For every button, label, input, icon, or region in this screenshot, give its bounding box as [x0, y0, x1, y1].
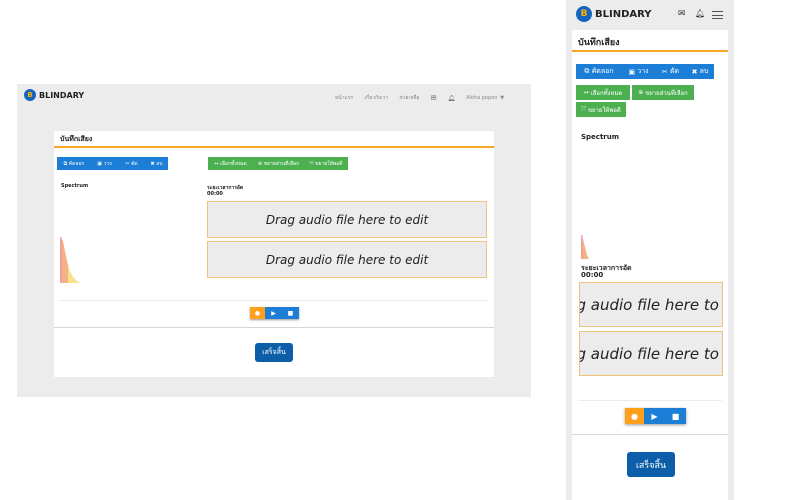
finish-button[interactable]: เสร็จสิ้น [255, 343, 293, 362]
divider [54, 327, 494, 328]
duration-value: 00:00 [581, 271, 604, 279]
play-icon: ▶ [271, 309, 276, 317]
nav-help[interactable]: ช่วยเหลือ [399, 94, 419, 102]
bell-icon[interactable]: 🔔︎ [447, 95, 455, 102]
nav-about[interactable]: เกี่ยวกับเรา [364, 94, 388, 102]
nav-home[interactable]: หน้าแรก [335, 94, 353, 102]
stop-button[interactable]: ■ [665, 408, 686, 424]
divider [578, 400, 722, 401]
recorder-card: บันทึกเสียง ⧉ คัดลอก ▣ วาง ✂ ตัด ✖ ลบ ↔ … [572, 30, 728, 500]
spectrum-graph [60, 237, 80, 283]
paste-icon: ▣ [628, 67, 638, 76]
select-all-button[interactable]: ↔ เลือกทั้งหมด [576, 85, 630, 100]
transport-controls: ● ▶ ■ [625, 408, 686, 424]
transport-controls: ● ▶ ■ [250, 307, 299, 319]
spectrum-graph [581, 235, 589, 259]
scissors-icon: ✂ [661, 67, 670, 76]
expand-selection-button[interactable]: ⊕ ขยายส่วนที่เลือก [253, 157, 304, 170]
page-title: บันทึกเสียง [578, 38, 620, 48]
play-button[interactable]: ▶ [265, 307, 282, 319]
recorder-card: บันทึกเสียง ⧉ คัดลอก ▣ วาง ✂ ตัด ✖ ลบ ↔ … [54, 131, 494, 377]
stop-icon: ■ [287, 309, 294, 317]
copy-button[interactable]: ⧉ คัดลอก [57, 157, 91, 170]
divider [572, 434, 728, 435]
spectrum-label: Spectrum [581, 133, 620, 141]
record-button[interactable]: ● [250, 307, 265, 319]
expand-icon: ⤧ [581, 105, 588, 113]
duration-value: 00:00 [207, 191, 223, 197]
chevron-down-icon: ▼ [500, 95, 505, 101]
title-underline [572, 50, 728, 52]
finish-button[interactable]: เสร็จสิ้น [627, 452, 675, 477]
paste-button[interactable]: ▣ วาง [622, 64, 655, 79]
user-name: Aloha popoo [466, 95, 498, 101]
stop-icon: ■ [671, 411, 680, 421]
spectrum-label: Spectrum [61, 183, 89, 189]
audio-dropzone[interactable]: Drag audio file here to edit [207, 201, 487, 238]
desktop-frame: B BLINDARY หน้าแรก เกี่ยวกับเรา ช่วยเหลื… [17, 84, 531, 397]
zoom-in-icon: ⊕ [638, 89, 646, 96]
copy-icon: ⧉ [584, 67, 592, 75]
logo-badge-icon: B [24, 89, 36, 101]
cut-button[interactable]: ✂ ตัด [118, 157, 145, 170]
bell-icon[interactable]: 🔔︎ [695, 9, 705, 18]
expand-selection-button[interactable]: ⊕ ขยายส่วนที่เลือก [632, 85, 694, 100]
microphone-icon: ● [254, 309, 261, 317]
microphone-icon: ● [631, 411, 638, 421]
brand-name: BLINDARY [39, 90, 85, 100]
select-all-button[interactable]: ↔ เลือกทั้งหมด [208, 157, 253, 170]
fit-button[interactable]: ⤧ ขยายให้พอดี [576, 102, 626, 117]
arrows-horizontal-icon: ↔ [583, 89, 591, 96]
copy-button[interactable]: ⧉ คัดลอก [576, 64, 622, 79]
delete-button[interactable]: ✖ ลบ [145, 157, 168, 170]
audio-dropzone[interactable]: Drag audio file here to edit [579, 331, 723, 376]
fit-button[interactable]: ⤧ ขยายให้พอดี [304, 157, 348, 170]
record-button[interactable]: ● [625, 408, 644, 424]
audio-dropzone[interactable]: Drag audio file here to edit [579, 282, 723, 327]
hamburger-middle-line [712, 15, 723, 16]
brand-logo[interactable]: B BLINDARY [576, 6, 652, 22]
logo-badge-icon: B [576, 6, 592, 22]
user-menu[interactable]: Aloha popoo ▼ [466, 95, 504, 101]
stop-button[interactable]: ■ [282, 307, 299, 319]
mail-icon[interactable]: ✉ [678, 9, 686, 19]
mail-icon[interactable]: ✉ [431, 94, 437, 102]
page-title: บันทึกเสียง [60, 135, 93, 143]
top-nav: หน้าแรก เกี่ยวกับเรา ช่วยเหลือ ✉ 🔔︎ Aloh… [335, 94, 504, 102]
spectrum-highlight [68, 265, 80, 283]
close-icon: ✖ [691, 67, 700, 76]
play-icon: ▶ [651, 411, 658, 421]
play-button[interactable]: ▶ [644, 408, 665, 424]
delete-button[interactable]: ✖ ลบ [686, 64, 714, 79]
brand-logo[interactable]: B BLINDARY [24, 89, 84, 101]
title-underline [54, 146, 494, 148]
hamburger-menu-icon[interactable] [712, 11, 723, 19]
mobile-frame: B BLINDARY ✉ 🔔︎ บันทึกเสียง ⧉ คัดลอก ▣ ว… [566, 0, 734, 500]
brand-name: BLINDARY [595, 8, 652, 20]
divider [60, 300, 488, 301]
cut-button[interactable]: ✂ ตัด [655, 64, 686, 79]
audio-dropzone[interactable]: Drag audio file here to edit [207, 241, 487, 278]
paste-button[interactable]: ▣ วาง [91, 157, 118, 170]
